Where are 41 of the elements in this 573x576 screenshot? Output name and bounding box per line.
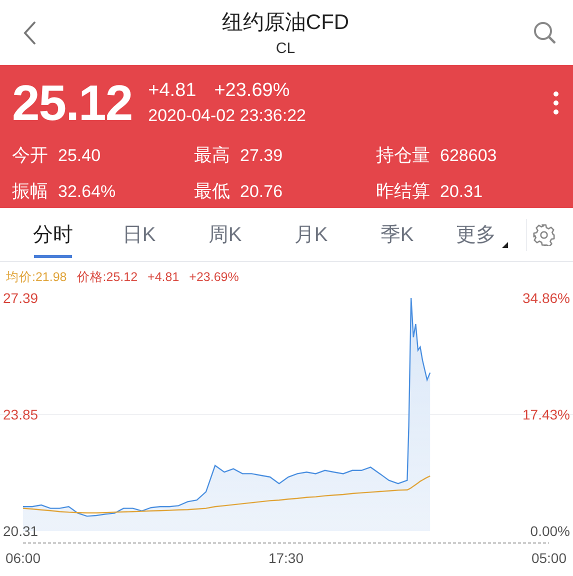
stat-label: 今开 — [12, 144, 48, 167]
search-button[interactable] — [532, 20, 557, 44]
axis-label: 27.39 — [3, 290, 38, 306]
period-tab[interactable]: 更多 — [440, 208, 512, 262]
time-label: 17:30 — [268, 550, 304, 566]
axis-label: 17.43% — [522, 406, 570, 422]
period-tab[interactable]: 日K — [96, 208, 182, 262]
axis-label: 20.31 — [3, 523, 38, 539]
symbol-code: CL — [276, 40, 296, 57]
back-button[interactable] — [22, 20, 38, 46]
stat-label: 昨结算 — [376, 180, 430, 203]
stat-value: 32.64% — [58, 182, 116, 202]
page-title: 纽约原油CFD — [222, 10, 350, 36]
stat-value: 20.76 — [240, 182, 283, 202]
stat-label: 最低 — [194, 180, 230, 203]
stat-value: 27.39 — [240, 146, 283, 166]
axis-label: 23.85 — [3, 406, 38, 422]
period-tab[interactable]: 季K — [354, 208, 440, 262]
stat-value: 25.40 — [58, 146, 101, 166]
axis-label: 34.86% — [522, 290, 570, 306]
time-label: 06:00 — [5, 550, 41, 566]
legend-text: +4.81 — [148, 270, 180, 284]
stat-value: 20.31 — [440, 182, 483, 202]
axis-label: 0.00% — [530, 523, 570, 539]
settings-icon[interactable] — [533, 224, 555, 246]
stat-label: 最高 — [194, 144, 230, 167]
quote-time: 2020-04-02 23:36:22 — [148, 106, 307, 126]
price-change: +4.81 — [148, 80, 196, 102]
legend-text: 价格:25.12 — [76, 268, 138, 286]
stat-label: 振幅 — [12, 180, 48, 203]
legend-text: +23.69% — [189, 270, 239, 284]
stat-label: 持仓量 — [376, 144, 430, 167]
legend-text: 均价:21.98 — [6, 268, 67, 286]
stat-value: 628603 — [440, 146, 497, 166]
more-icon[interactable] — [553, 91, 559, 115]
time-label: 05:00 — [531, 550, 567, 566]
period-tab[interactable]: 分时 — [10, 208, 96, 262]
period-tab[interactable]: 周K — [182, 208, 268, 262]
percent-change: +23.69% — [214, 80, 290, 102]
last-price: 25.12 — [12, 74, 132, 133]
period-tab[interactable]: 月K — [268, 208, 354, 262]
